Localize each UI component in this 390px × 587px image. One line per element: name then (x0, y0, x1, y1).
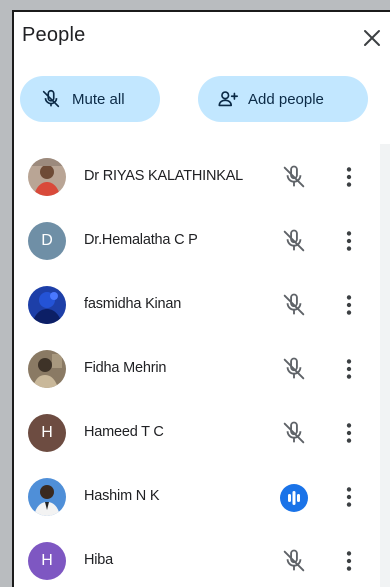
more-options-icon[interactable] (336, 548, 362, 574)
more-options-icon[interactable] (336, 484, 362, 510)
mic-off-icon (280, 419, 308, 447)
participant-row[interactable]: Dr RIYAS KALATHINKAL (14, 146, 380, 210)
avatar: H (28, 542, 66, 580)
participant-row[interactable]: D Dr.Hemalatha C P (14, 210, 380, 274)
add-people-label: Add people (248, 90, 324, 108)
participant-row[interactable]: H Hameed T C (14, 402, 380, 466)
mic-off-icon (280, 163, 308, 191)
participant-row[interactable]: Fidha Mehrin (14, 338, 380, 402)
mic-off-icon (40, 88, 62, 110)
avatar (28, 478, 66, 516)
avatar (28, 350, 66, 388)
participant-name: Hiba (84, 552, 114, 568)
participant-name: Dr RIYAS KALATHINKAL (84, 168, 244, 184)
more-options-icon[interactable] (336, 228, 362, 254)
mic-off-icon (280, 291, 308, 319)
participant-row[interactable]: H Hiba (14, 530, 380, 587)
mic-off-icon (280, 227, 308, 255)
more-options-icon[interactable] (336, 292, 362, 318)
close-icon[interactable] (360, 26, 384, 50)
participant-name: fasmidha Kinan (84, 296, 182, 312)
speaking-indicator-icon (280, 484, 308, 512)
more-options-icon[interactable] (336, 420, 362, 446)
participant-list: Dr RIYAS KALATHINKAL D Dr.Hemalatha C P … (14, 142, 390, 587)
panel-header: People (14, 12, 390, 62)
avatar: D (28, 222, 66, 260)
more-options-icon[interactable] (336, 164, 362, 190)
participant-name: Dr.Hemalatha C P (84, 232, 198, 248)
participant-name: Fidha Mehrin (84, 360, 167, 376)
avatar-initial: D (41, 232, 53, 249)
avatar-initial: H (41, 552, 53, 569)
mic-off-icon (280, 355, 308, 383)
people-panel: People Mute all Add people Dr RIYAS KALA… (12, 10, 390, 587)
avatar: H (28, 414, 66, 452)
participant-row[interactable]: Hashim N K (14, 466, 380, 530)
panel-title: People (22, 24, 86, 46)
participant-name: Hameed T C (84, 424, 164, 440)
more-options-icon[interactable] (336, 356, 362, 382)
participant-name: Hashim N K (84, 488, 160, 504)
add-people-button[interactable]: Add people (198, 76, 368, 122)
avatar (28, 158, 66, 196)
person-add-icon (216, 88, 238, 110)
avatar (28, 286, 66, 324)
avatar-initial: H (41, 424, 53, 441)
mic-off-icon (280, 547, 308, 575)
participant-row[interactable]: fasmidha Kinan (14, 274, 380, 338)
mute-all-label: Mute all (72, 90, 125, 108)
mute-all-button[interactable]: Mute all (20, 76, 160, 122)
